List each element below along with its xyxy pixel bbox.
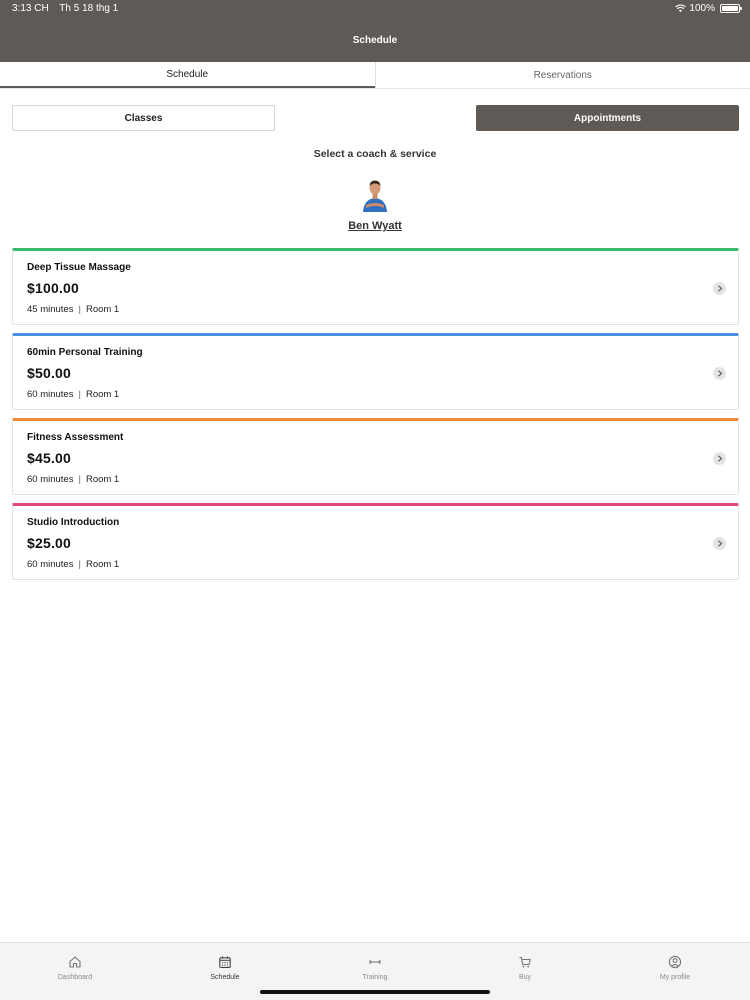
service-meta: 60 minutes | Room 1 [27,474,119,485]
tab-schedule[interactable]: Schedule [0,62,375,88]
service-duration: 60 minutes [27,474,74,485]
coach-avatar[interactable] [355,172,395,212]
service-room: Room 1 [85,389,120,400]
service-name: Studio Introduction [27,517,120,528]
tab-dashboard-label: Dashboard [57,974,93,981]
status-right: 100% [675,3,742,14]
coach-selector: Ben Wyatt [0,172,750,232]
chevron-right-icon[interactable] [713,367,726,380]
home-indicator [260,990,490,994]
service-duration: 45 minutes [27,304,74,315]
service-list: Deep Tissue Massage $100.00 45 minutes |… [12,248,739,588]
tab-buy-label: Buy [518,974,532,981]
navigation-bar: Schedule [0,18,750,62]
chevron-right-icon[interactable] [713,282,726,295]
calendar-icon [219,956,231,968]
service-meta: 60 minutes | Room 1 [27,389,119,400]
type-toggle: Classes Appointments [12,105,739,131]
service-price: $100.00 [27,280,80,296]
service-name: 60min Personal Training [27,347,143,358]
select-coach-label: Select a coach & service [313,148,437,160]
chevron-right-icon[interactable] [713,452,726,465]
service-price: $25.00 [27,535,72,551]
page-title: Schedule [352,34,398,46]
service-price: $45.00 [27,450,72,466]
battery-icon [720,4,742,13]
dumbbell-icon [369,960,381,964]
tab-reservations-label: Reservations [533,69,592,81]
chevron-right-icon[interactable] [713,537,726,550]
tab-dashboard[interactable]: Dashboard [0,943,150,1000]
battery-percent: 100% [689,3,715,14]
meta-separator: | [78,389,81,400]
service-duration: 60 minutes [27,559,74,570]
wifi-icon [675,4,687,13]
service-room: Room 1 [85,474,120,485]
meta-separator: | [78,474,81,485]
home-icon [69,956,81,968]
service-card[interactable]: Deep Tissue Massage $100.00 45 minutes |… [12,248,739,325]
coach-name[interactable]: Ben Wyatt [348,220,402,232]
service-card[interactable]: Studio Introduction $25.00 60 minutes | … [12,503,739,580]
classes-button[interactable]: Classes [12,105,275,131]
tab-schedule-label: Schedule [166,68,209,80]
tab-my-profile-label: My profile [659,974,691,981]
status-date: Th 5 18 thg 1 [59,3,119,14]
service-price: $50.00 [27,365,72,381]
service-name: Deep Tissue Massage [27,262,131,273]
segment-control: Schedule Reservations [0,62,750,89]
service-room: Room 1 [85,559,120,570]
tab-my-profile[interactable]: My profile [600,943,750,1000]
tab-schedule-nav-label: Schedule [210,974,240,981]
service-card[interactable]: 60min Personal Training $50.00 60 minute… [12,333,739,410]
cart-icon [519,956,531,968]
profile-icon [668,955,682,969]
service-meta: 60 minutes | Room 1 [27,559,119,570]
service-name: Fitness Assessment [27,432,124,443]
status-time: 3:13 CH [12,3,49,14]
meta-separator: | [78,304,81,315]
appointments-button[interactable]: Appointments [476,105,739,131]
tab-reservations[interactable]: Reservations [376,62,750,88]
meta-separator: | [78,559,81,570]
service-meta: 45 minutes | Room 1 [27,304,119,315]
status-bar: 3:13 CH Th 5 18 thg 1 100% [0,0,750,18]
service-duration: 60 minutes [27,389,74,400]
service-room: Room 1 [85,304,120,315]
tab-training-label: Training [362,974,388,981]
service-card[interactable]: Fitness Assessment $45.00 60 minutes | R… [12,418,739,495]
status-left: 3:13 CH Th 5 18 thg 1 [12,3,126,14]
